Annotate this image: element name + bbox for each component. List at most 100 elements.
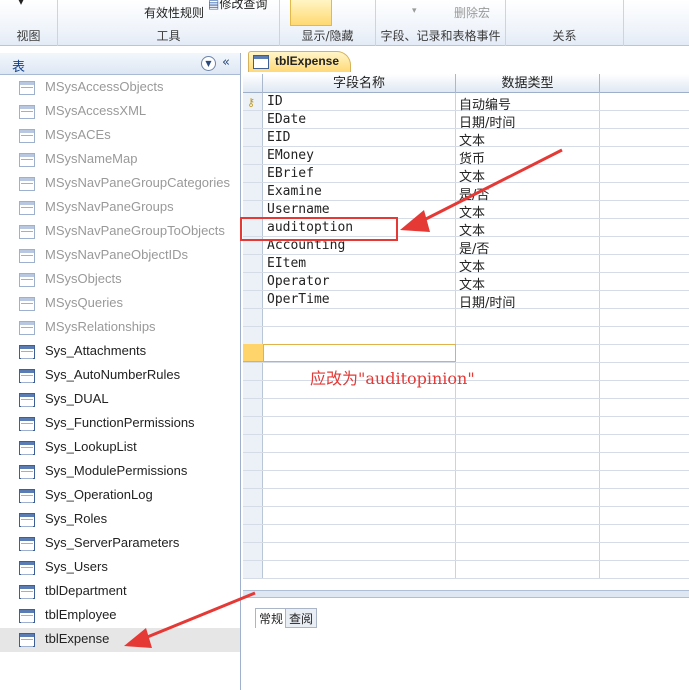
table-icon [19,249,35,263]
nav-item-sys-lookuplist[interactable]: Sys_LookupList [0,436,240,460]
nav-item-label: Sys_Users [45,559,108,574]
ribbon-group-label: 视图 [16,29,41,43]
table-design-grid: 字段名称 数据类型 ID 自动编号 ⚷ EDate 日期/时间 EID 文本 EMoney 货币… [243,74,689,579]
nav-item-label: Sys_ModulePermissions [45,463,188,478]
nav-item-tbldepartment[interactable]: tblDepartment [0,580,240,604]
field-name-cell[interactable]: Examine [267,184,322,199]
column-header-data-type: 数据类型 [456,74,600,93]
table-row[interactable] [243,453,689,471]
ribbon-group-show-hide: 显示/隐藏 [280,0,376,46]
nav-item-sys-operationlog[interactable]: Sys_OperationLog [0,484,240,508]
nav-item-label: MSysACEs [45,127,111,142]
nav-item-label: MSysAccessObjects [45,79,164,94]
collapse-pane-icon[interactable]: « [222,55,230,70]
table-row[interactable] [243,543,689,561]
nav-item-label: Sys_LookupList [45,439,137,454]
table-icon [19,321,35,335]
nav-item-sys-dual[interactable]: Sys_DUAL [0,388,240,412]
table-row[interactable]: OperTime 日期/时间 [243,291,689,311]
nav-item-label: tblEmployee [45,607,117,622]
nav-item-sys-modulepermissions[interactable]: Sys_ModulePermissions [0,460,240,484]
table-row[interactable]: EItem 文本 [243,255,689,275]
nav-item-label: Sys_ServerParameters [45,535,180,550]
field-name-cell[interactable]: EItem [267,256,306,271]
nav-item-tblemployee[interactable]: tblEmployee [0,604,240,628]
field-name-cell[interactable]: Operator [267,274,330,289]
nav-item-label: Sys_Roles [45,511,108,526]
table-row[interactable] [243,471,689,489]
field-name-cell[interactable]: OperTime [267,292,330,307]
nav-item-msysnavpanegroups[interactable]: MSysNavPaneGroups [0,196,240,220]
nav-item-label: Sys_Attachments [45,343,147,358]
current-row-selector[interactable] [243,344,263,362]
field-name-cell[interactable]: EBrief [267,166,314,181]
field-name-cell[interactable]: EMoney [267,148,314,163]
table-row[interactable]: Operator 文本 [243,273,689,293]
pane-splitter[interactable] [243,590,689,598]
nav-item-msysnavpanegroupcategories[interactable]: MSysNavPaneGroupCategories [0,172,240,196]
tab-general[interactable]: 常规 [255,608,288,628]
nav-item-msysaccessxml[interactable]: MSysAccessXML [0,100,240,124]
nav-item-msysnamemap[interactable]: MSysNameMap [0,148,240,172]
table-row[interactable]: EID 文本 [243,129,689,149]
nav-item-msysrelationships[interactable]: MSysRelationships [0,316,240,340]
table-row[interactable] [243,507,689,525]
tab-lookup[interactable]: 查阅 [285,608,318,628]
nav-item-label: MSysNameMap [45,151,138,166]
table-row[interactable]: EMoney 货币 [243,147,689,167]
field-name-cell[interactable]: EID [267,130,290,145]
table-row[interactable] [243,417,689,435]
table-row[interactable]: ID 自动编号 ⚷ [243,93,689,113]
ribbon-group-events: ▾ 删除宏 字段、记录和表格事件 [376,0,506,46]
table-row[interactable]: EBrief 文本 [243,165,689,185]
nav-item-label: MSysObjects [45,271,122,286]
view-dropdown-icon[interactable]: ▾ [18,0,24,8]
nav-item-sys-roles[interactable]: Sys_Roles [0,508,240,532]
new-field-name-cell[interactable] [263,344,456,362]
nav-item-msysaccessobjects[interactable]: MSysAccessObjects [0,76,240,100]
table-row[interactable] [243,561,689,579]
table-icon [19,417,35,431]
nav-item-label: MSysNavPaneGroupToObjects [45,223,225,238]
nav-item-msysnavpaneobjectids[interactable]: MSysNavPaneObjectIDs [0,244,240,268]
nav-pane-header[interactable]: 表 ▼ « [0,53,240,75]
table-row[interactable]: EDate 日期/时间 [243,111,689,131]
delete-macro-button[interactable]: 删除宏 [454,4,490,21]
nav-item-msysnavpanegrouptoobjects[interactable]: MSysNavPaneGroupToObjects [0,220,240,244]
table-icon [19,561,35,575]
field-name-cell[interactable]: EDate [267,112,306,127]
table-icon [19,273,35,287]
validation-rules-button[interactable]: 有效性规则 [144,4,204,21]
table-icon [19,633,35,647]
field-name-cell[interactable]: ID [267,94,283,109]
nav-item-msysqueries[interactable]: MSysQueries [0,292,240,316]
table-row[interactable]: Examine 是/否 [243,183,689,203]
field-name-cell[interactable]: Username [267,202,330,217]
property-sheet-button[interactable] [290,0,332,26]
nav-item-label: MSysRelationships [45,319,156,334]
nav-item-sys-functionpermissions[interactable]: Sys_FunctionPermissions [0,412,240,436]
table-icon [19,393,35,407]
modify-query-button[interactable]: ▤修改查询 [208,0,267,12]
nav-item-sys-autonumberrules[interactable]: Sys_AutoNumberRules [0,364,240,388]
nav-item-sys-users[interactable]: Sys_Users [0,556,240,580]
nav-item-msysaces[interactable]: MSysACEs [0,124,240,148]
ribbon-group-tools: 有效性规则 ▤修改查询 工具 [58,0,280,46]
nav-item-sys-serverparameters[interactable]: Sys_ServerParameters [0,532,240,556]
nav-item-label: Sys_FunctionPermissions [45,415,195,430]
nav-item-msysobjects[interactable]: MSysObjects [0,268,240,292]
table-icon [19,225,35,239]
table-row[interactable] [243,327,689,345]
table-row[interactable] [243,309,689,327]
nav-item-sys-attachments[interactable]: Sys_Attachments [0,340,240,364]
table-row[interactable] [243,489,689,507]
nav-item-tblexpense[interactable]: tblExpense [0,628,240,652]
chevron-down-icon[interactable]: ▼ [201,56,216,71]
table-row[interactable] [243,399,689,417]
field-properties-pane: 常规 查阅 [243,598,689,690]
table-row[interactable] [243,435,689,453]
table-row[interactable] [243,525,689,543]
document-tab-tblexpense[interactable]: tblExpense [248,51,351,72]
highlight-box [240,217,398,241]
nav-item-label: MSysQueries [45,295,124,310]
